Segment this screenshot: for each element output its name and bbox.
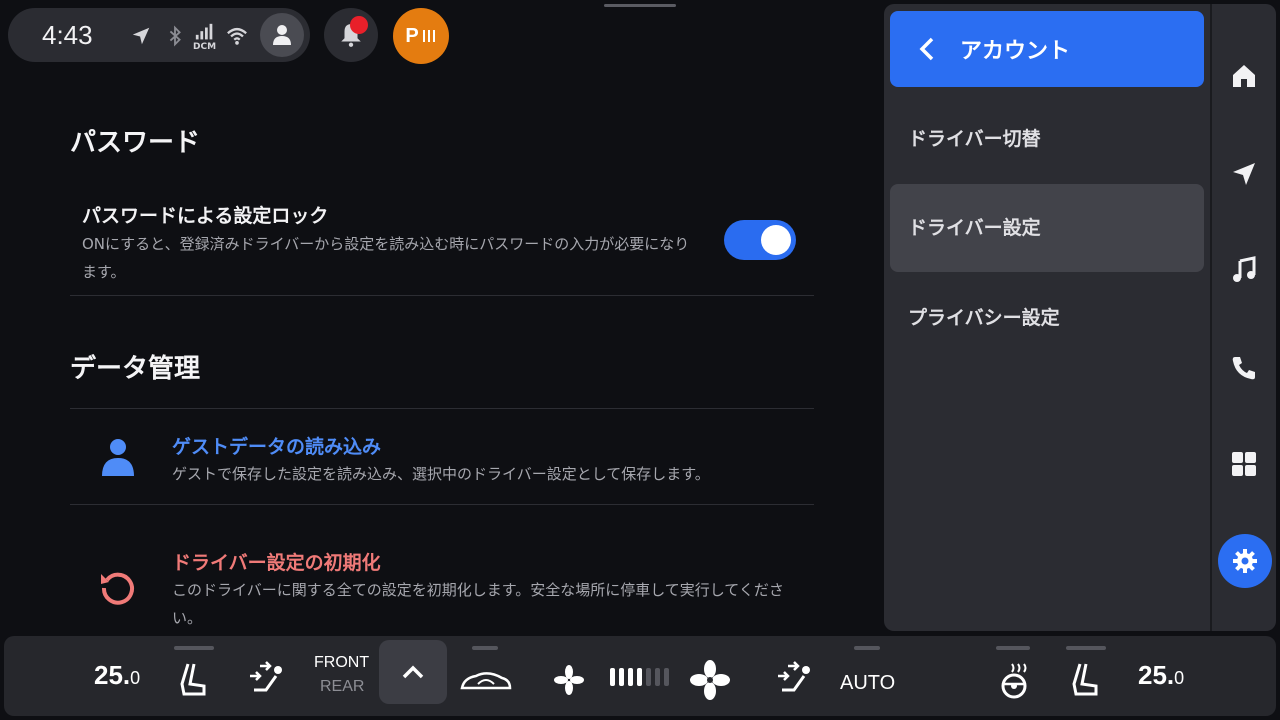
- password-section-heading: パスワード: [70, 128, 201, 158]
- tick: [854, 646, 880, 650]
- toggle-knob: [761, 225, 791, 255]
- gear-icon: [1233, 549, 1257, 573]
- tick: [174, 646, 214, 650]
- guest-data-description: ゲストで保存した設定を読み込み、選択中のドライバー設定として保存します。: [172, 465, 710, 483]
- divider: [70, 295, 814, 296]
- password-lock-toggle[interactable]: [724, 220, 796, 260]
- airflow-mode-icon[interactable]: [774, 660, 814, 700]
- user-avatar-button[interactable]: [260, 13, 304, 57]
- right-temperature[interactable]: 25.0: [1138, 660, 1184, 691]
- account-header-back-button[interactable]: アカウント: [890, 11, 1204, 87]
- reset-icon: [101, 572, 134, 605]
- menu-item-privacy-settings[interactable]: プライバシー設定: [890, 274, 1204, 362]
- data-section-heading: データ管理: [70, 354, 201, 384]
- tick: [472, 646, 498, 650]
- left-temperature[interactable]: 25.0: [94, 660, 140, 691]
- person-icon: [273, 25, 291, 45]
- auto-button[interactable]: AUTO: [840, 672, 895, 695]
- menu-item-driver-switch[interactable]: ドライバー切替: [890, 95, 1204, 183]
- bluetooth-icon: [169, 25, 181, 47]
- airflow-mode-icon[interactable]: [246, 660, 286, 700]
- temp-value: 25.: [1138, 660, 1175, 690]
- music-icon[interactable]: [1230, 256, 1258, 284]
- menu-item-label: プライバシー設定: [908, 307, 1060, 329]
- menu-item-label: ドライバー設定: [908, 217, 1041, 239]
- divider: [1210, 4, 1212, 631]
- home-icon[interactable]: [1230, 62, 1258, 90]
- menu-item-label: ドライバー切替: [908, 128, 1041, 150]
- dcm-label: DCM: [193, 42, 217, 52]
- fan-low-icon[interactable]: [554, 660, 584, 700]
- tick: [1066, 646, 1106, 650]
- fan-speed-bar: [628, 668, 633, 686]
- reset-description: このドライバーに関する全ての設定を初期化します。安全な場所に停車して実行してくだ…: [172, 581, 784, 627]
- guest-data-title: ゲストデータの読み込み: [172, 436, 382, 458]
- reset-title: ドライバー設定の初期化: [172, 552, 381, 574]
- person-icon: [102, 439, 134, 476]
- parking-sensor-icon: [422, 30, 435, 42]
- seat-heater-icon[interactable]: [1066, 660, 1106, 700]
- fan-speed-bar: [610, 668, 615, 686]
- divider: [70, 504, 814, 505]
- notification-badge: [350, 16, 368, 34]
- top-handle[interactable]: [604, 4, 676, 7]
- rear-label[interactable]: REAR: [320, 678, 364, 696]
- steering-heater-icon[interactable]: [996, 660, 1036, 700]
- fan-speed-bar: [655, 668, 660, 686]
- park-label: P: [405, 24, 419, 47]
- phone-icon[interactable]: [1230, 354, 1258, 382]
- settings-nav-button[interactable]: [1218, 534, 1272, 588]
- password-lock-description: ONにすると、登録済みドライバーから設定を読み込む時にパスワードの入力が必要にな…: [82, 235, 690, 281]
- notification-button[interactable]: [324, 8, 378, 62]
- status-bar: 4:43 DCM: [8, 8, 310, 62]
- account-header-title: アカウント: [960, 39, 1071, 64]
- menu-item-driver-settings[interactable]: ドライバー設定: [890, 184, 1204, 272]
- fan-speed-bar: [637, 668, 642, 686]
- seat-heater-icon[interactable]: [174, 660, 214, 700]
- tick: [996, 646, 1030, 650]
- divider: [70, 408, 814, 409]
- expand-climate-button[interactable]: [379, 640, 447, 704]
- chevron-left-icon: [919, 37, 934, 61]
- password-lock-title: パスワードによる設定ロック: [82, 205, 329, 227]
- recirculation-icon[interactable]: [458, 660, 514, 700]
- fan-speed-bar: [664, 668, 669, 686]
- fan-speed-bar: [646, 668, 651, 686]
- apps-grid-icon[interactable]: [1230, 450, 1258, 478]
- fan-speed-bar: [619, 668, 624, 686]
- fan-high-icon[interactable]: [690, 660, 730, 700]
- location-arrow-icon: [132, 27, 150, 45]
- wifi-icon: [227, 27, 247, 45]
- parking-sensor-button[interactable]: P: [393, 8, 449, 64]
- signal-icon: [195, 23, 213, 40]
- temp-decimal: 0: [130, 668, 141, 688]
- front-label[interactable]: FRONT: [314, 654, 369, 672]
- temp-value: 25.: [94, 660, 131, 690]
- temp-decimal: 0: [1174, 668, 1185, 688]
- clock: 4:43: [42, 20, 93, 50]
- navigation-icon[interactable]: [1230, 160, 1258, 188]
- chevron-up-icon: [402, 665, 424, 679]
